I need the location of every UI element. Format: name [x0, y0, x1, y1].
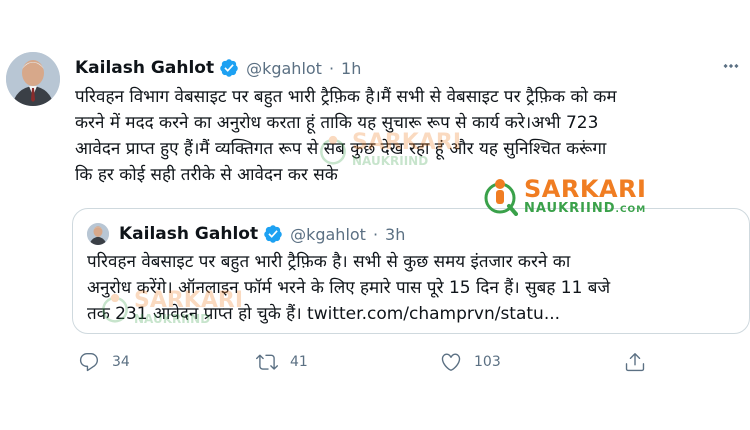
tweet-timestamp[interactable]: 1h	[341, 59, 361, 78]
tweet-text-line: आवेदन प्राप्त हुए हैं।मैं व्यक्तिगत रूप …	[75, 139, 607, 159]
tweet-card[interactable]: Kailash Gahlot @kgahlot · 1h परिवहन विभा…	[0, 38, 750, 430]
header-separator: ·	[328, 58, 335, 78]
tweet-text: परिवहन विभाग वेबसाइट पर बहुत भारी ट्रैफ़…	[75, 84, 747, 188]
verified-badge-icon	[264, 225, 282, 243]
quoted-avatar-image	[87, 223, 109, 245]
quoted-tweet-text: परिवहन वेबसाइट पर बहुत भारी ट्रैफ़िक है।…	[87, 249, 742, 327]
quoted-author-avatar	[87, 223, 109, 245]
share-icon	[625, 353, 645, 372]
quoted-tweet[interactable]: Kailash Gahlot @kgahlot · 3h परिवहन वेबस…	[72, 208, 750, 334]
retweet-count: 41	[290, 354, 308, 370]
quoted-tweet-header: Kailash Gahlot @kgahlot · 3h	[119, 221, 405, 247]
quoted-author-name: Kailash Gahlot	[119, 224, 259, 244]
like-count: 103	[474, 354, 501, 370]
tweet-text-line: परिवहन विभाग वेबसाइट पर बहुत भारी ट्रैफ़…	[75, 87, 617, 107]
verified-badge-icon	[220, 59, 238, 77]
author-avatar[interactable]	[6, 52, 60, 106]
retweet-button[interactable]: 41	[256, 351, 308, 373]
reply-button[interactable]: 34	[78, 351, 130, 373]
avatar-image	[6, 52, 60, 106]
quoted-text-line: अनुरोध करेंगे। ऑनलाइन फॉर्म भरने के लिए …	[87, 278, 611, 298]
more-icon[interactable]	[720, 56, 742, 76]
like-icon	[441, 353, 461, 371]
quoted-author-handle: @kgahlot	[290, 224, 366, 244]
quoted-timestamp: 3h	[385, 224, 406, 244]
reply-icon	[79, 353, 99, 372]
retweet-icon	[256, 354, 278, 370]
tweet-header: Kailash Gahlot @kgahlot · 1h	[75, 55, 361, 81]
quoted-header-separator: ·	[372, 224, 379, 244]
quoted-text-line: तक 231 आवेदन प्राप्त हो चुके हैं। twitte…	[87, 304, 561, 324]
like-button[interactable]: 103	[440, 351, 501, 373]
tweet-text-line: कि हर कोई सही तरीके से आवेदन कर सके	[75, 165, 338, 185]
reply-count: 34	[112, 354, 130, 370]
share-button[interactable]	[624, 351, 646, 373]
author-handle[interactable]: @kgahlot	[246, 59, 322, 78]
quoted-text-line: परिवहन वेबसाइट पर बहुत भारी ट्रैफ़िक है।…	[87, 252, 571, 272]
tweet-text-line: करने में मदद करने का अनुरोध करता हूं ताक…	[75, 113, 599, 133]
author-name[interactable]: Kailash Gahlot	[75, 58, 214, 78]
